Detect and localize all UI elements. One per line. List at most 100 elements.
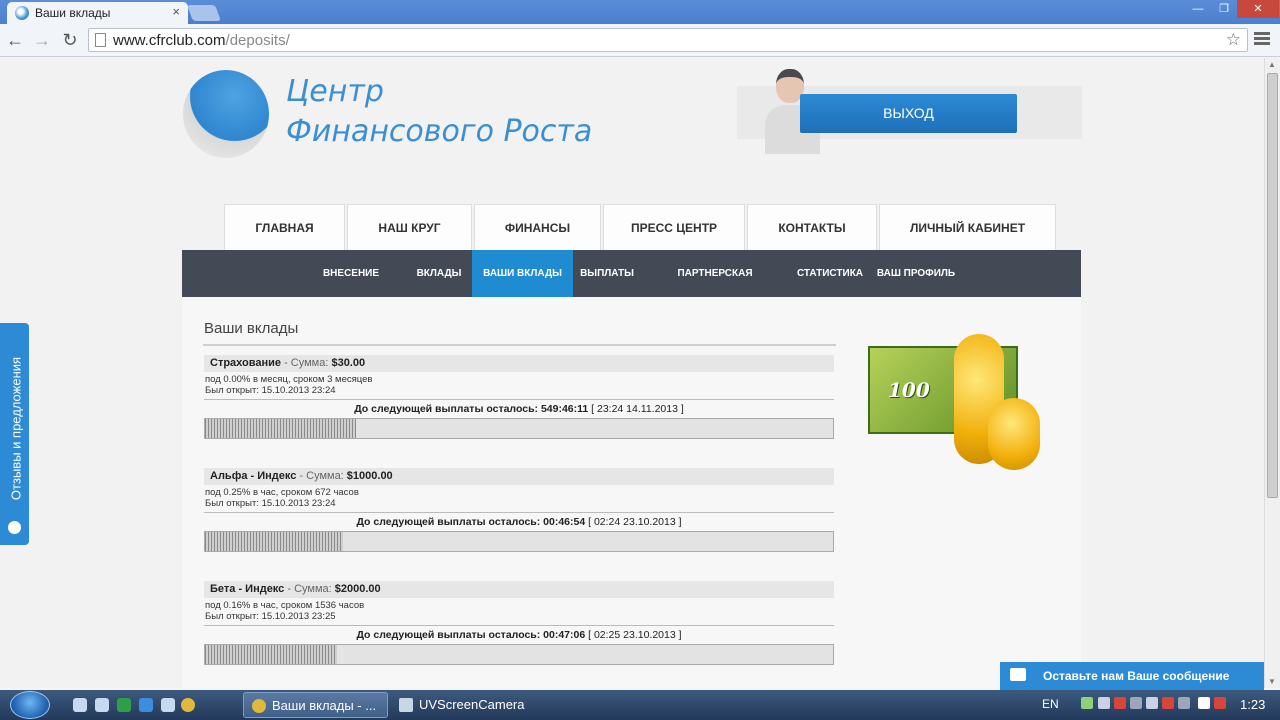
subnav-partner-program[interactable]: ПАРТНЕРСКАЯ ПРОГРАММА <box>645 250 785 326</box>
title-divider <box>203 344 836 346</box>
browser-titlebar: Ваши вклады × — ❐ ✕ <box>0 0 1280 24</box>
taskbar-chrome-window[interactable]: Ваши вклады - ... <box>243 692 388 718</box>
deposit-terms: под 0.16% в час, сроком 1536 часов <box>205 600 365 611</box>
subnav-deposits[interactable]: ВКЛАДЫ <box>414 250 464 297</box>
tray-icon[interactable] <box>1114 697 1126 709</box>
deposit-name: Альфа - Индекс <box>210 470 297 482</box>
network-icon[interactable] <box>1098 697 1110 709</box>
site-logo[interactable] <box>183 70 269 158</box>
next-payout-countdown: 00:47:06 <box>543 629 586 641</box>
nav-press-center[interactable]: ПРЕСС ЦЕНТР <box>603 204 745 250</box>
scroll-down-icon[interactable]: ▼ <box>1268 677 1276 686</box>
subnav-payouts[interactable]: ВЫПЛАТЫ <box>578 250 636 297</box>
tray-icon[interactable] <box>1162 697 1174 709</box>
tab-close-icon[interactable]: × <box>172 4 180 19</box>
deposit-name: Страхование <box>210 357 281 369</box>
cabinet-subnav: ВНЕСЕНИЕ СРЕДСТВ ВКЛАДЫ ВАШИ ВКЛАДЫ ВЫПЛ… <box>182 250 1081 326</box>
forward-arrow-icon[interactable]: → <box>31 29 53 51</box>
subnav-your-profile[interactable]: ВАШ ПРОФИЛЬ <box>875 250 957 297</box>
deposit-name: Бета - Индекс <box>210 583 285 595</box>
page-icon <box>95 33 106 47</box>
brand-title-line1: Центр <box>286 74 384 109</box>
scroll-up-icon[interactable]: ▲ <box>1268 60 1276 69</box>
nav-contacts[interactable]: КОНТАКТЫ <box>747 204 877 250</box>
browser-menu-icon[interactable] <box>1254 30 1270 50</box>
envelope-icon <box>1010 668 1026 681</box>
nav-finance[interactable]: ФИНАНСЫ <box>474 204 601 250</box>
deposit-amount: $1000.00 <box>346 470 393 482</box>
page-content: Центр Финансового Роста ВЫХОД ГЛАВНАЯ НА… <box>0 58 1264 688</box>
url-host: www.cfrclub.com <box>113 32 226 49</box>
chat-label: Оставьте нам Ваше сообщение <box>1043 669 1230 683</box>
section-title: Ваши вклады <box>204 320 299 337</box>
taskbar-uvscreencamera[interactable]: UVScreenCamera <box>391 692 531 718</box>
page-scrollbar[interactable]: ▲ ▼ <box>1264 58 1280 688</box>
quicklaunch-icon[interactable] <box>161 698 175 712</box>
address-bar[interactable]: www.cfrclub.com/deposits/ ☆ <box>88 28 1248 52</box>
reload-icon[interactable]: ↻ <box>59 29 81 51</box>
subnav-statistics[interactable]: СТАТИСТИКА <box>795 250 865 297</box>
scrollbar-thumb[interactable] <box>1267 73 1278 498</box>
feedback-label: Отзывы и предложения <box>8 356 24 501</box>
feedback-side-tab[interactable]: Отзывы и предложения <box>0 323 29 545</box>
language-indicator[interactable]: EN <box>1042 697 1059 711</box>
ie-icon[interactable] <box>139 698 153 712</box>
next-payout: До следующей выплаты осталось: 00:47:06 … <box>204 629 834 641</box>
deposit-sum-label: - Сумма: <box>296 470 347 482</box>
deposit-card: Бета - Индекс - Сумма: $2000.00 под 0.16… <box>204 581 834 688</box>
chrome-icon[interactable] <box>181 698 195 712</box>
deposit-card: Альфа - Индекс - Сумма: $1000.00 под 0.2… <box>204 468 834 583</box>
payout-progress-bar <box>204 531 834 552</box>
next-payout-date: [ 02:24 23.10.2013 ] <box>585 516 682 528</box>
chat-bubble-icon <box>8 521 21 534</box>
deposit-sum-label: - Сумма: <box>284 583 335 595</box>
start-button[interactable] <box>10 691 50 719</box>
progress-fill <box>205 532 344 551</box>
deposit-divider <box>204 512 834 513</box>
chat-widget[interactable]: Оставьте нам Ваше сообщение <box>1000 662 1264 690</box>
money-illustration: 100 <box>866 334 1046 474</box>
nav-cabinet[interactable]: ЛИЧНЫЙ КАБИНЕТ <box>879 204 1056 250</box>
tray-icon[interactable] <box>1081 697 1093 709</box>
banknote-value: 100 <box>888 378 930 402</box>
deposit-opened: Был открыт: 15.10.2013 23:24 <box>205 385 336 396</box>
tray-icon[interactable] <box>1214 697 1226 709</box>
deposit-sum-label: - Сумма: <box>281 357 332 369</box>
subnav-deposit-funds[interactable]: ВНЕСЕНИЕ СРЕДСТВ <box>298 250 404 326</box>
tray-icon[interactable] <box>1178 697 1190 709</box>
deposit-opened: Был открыт: 15.10.2013 23:24 <box>205 498 336 509</box>
back-arrow-icon[interactable]: ← <box>4 29 26 51</box>
nav-our-circle[interactable]: НАШ КРУГ <box>347 204 472 250</box>
tray-icon[interactable] <box>1130 697 1142 709</box>
brand-title-line2: Финансового Роста <box>286 114 593 149</box>
close-window-button[interactable]: ✕ <box>1237 0 1279 18</box>
subnav-your-deposits[interactable]: ВАШИ ВКЛАДЫ <box>472 250 573 297</box>
deposit-terms: под 0.00% в месяц, сроком 3 месяцев <box>205 374 373 385</box>
nav-home[interactable]: ГЛАВНАЯ <box>224 204 345 250</box>
progress-fill <box>205 419 356 438</box>
browser-tab[interactable]: Ваши вклады × <box>7 2 188 24</box>
bookmark-star-icon[interactable]: ☆ <box>1226 30 1241 50</box>
progress-fill <box>205 645 337 664</box>
new-tab-button[interactable] <box>187 5 221 21</box>
volume-icon[interactable] <box>1146 697 1158 709</box>
system-clock[interactable]: 1:23 <box>1240 697 1265 712</box>
deposit-card: Страхование - Сумма: $30.00 под 0.00% в … <box>204 355 834 470</box>
next-payout-date: [ 02:25 23.10.2013 ] <box>585 629 682 641</box>
tab-title: Ваши вклады <box>35 6 111 20</box>
url-text: www.cfrclub.com/deposits/ <box>113 32 290 49</box>
taskbar-uv-label: UVScreenCamera <box>419 697 525 712</box>
maximize-button[interactable]: ❐ <box>1211 0 1237 18</box>
deposit-terms: под 0.25% в час, сроком 672 часов <box>205 487 359 498</box>
deposit-divider <box>204 625 834 626</box>
deposit-header: Альфа - Индекс - Сумма: $1000.00 <box>204 468 834 485</box>
logout-button[interactable]: ВЫХОД <box>800 94 1017 133</box>
next-payout-countdown: 00:46:54 <box>543 516 586 528</box>
next-payout: До следующей выплаты осталось: 00:46:54 … <box>204 516 834 528</box>
quicklaunch-icon[interactable] <box>73 698 87 712</box>
quicklaunch-icon[interactable] <box>117 698 131 712</box>
next-payout-label: До следующей выплаты осталось: <box>356 516 544 528</box>
minimize-button[interactable]: — <box>1185 0 1211 18</box>
show-desktop-icon[interactable] <box>95 698 109 712</box>
vk-icon[interactable] <box>1198 697 1210 709</box>
